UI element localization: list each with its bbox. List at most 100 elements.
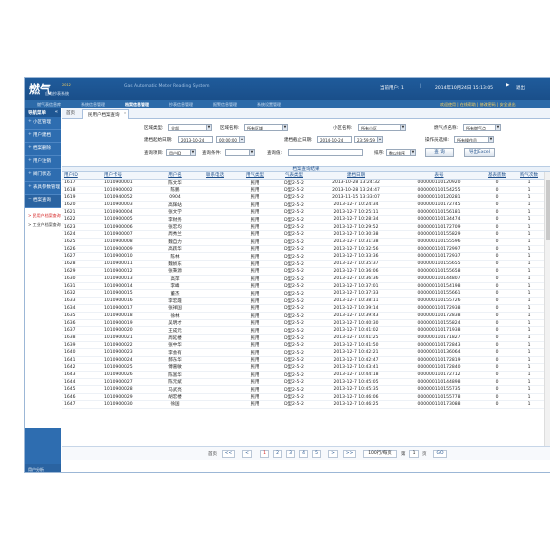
column-header-user-name[interactable]: 用户名 (156, 172, 194, 180)
sidebar-item-community[interactable]: + 小区管理 (25, 117, 61, 130)
vertical-scrollbar[interactable] (544, 172, 550, 446)
table-row[interactable]: 1627 1010900010 陈林 民用 D型2-5-2 2013-12-7 10:33… (62, 252, 544, 261)
table-row[interactable]: 1629 1010900012 张秉源 民用 D型2-5-2 2013-12-7 10:3… (62, 267, 544, 276)
table-row[interactable]: 1635 1010900018 徐林 民用 D型2-5-2 2013-12-7 10:39… (62, 312, 544, 320)
last-page-button[interactable]: >> (343, 450, 356, 458)
next-page-button[interactable]: > (328, 450, 338, 458)
sidebar-item-cancel-user[interactable]: + 用户注销 (25, 156, 61, 169)
collapse-icon[interactable]: « (55, 109, 58, 115)
table-cell (194, 267, 236, 276)
end-time-input[interactable]: 23:59:59 ▴ (354, 136, 383, 143)
table-row[interactable]: 1626 1010900009 高跃华 民用 D型2-5-2 2013-12-7 10:3… (62, 245, 544, 254)
query-condition-select[interactable]: ▼ (225, 149, 255, 156)
gas-point-select[interactable]: 所有燃气点 ▼ (463, 124, 501, 131)
table-row[interactable]: 1625 1010900008 魏自力 民用 D型2-5-2 2013-12-7 10:3… (62, 238, 544, 247)
table-row[interactable]: 1620 1010900003 高辉站 民用 D型2-5-2 2013-12-7 10:2… (62, 201, 544, 210)
page-button-2[interactable]: 2 (273, 450, 282, 458)
table-row[interactable]: 1643 1010900026 陈富华 民用 D型2-5-2 2013-12-7 10:4… (62, 371, 544, 380)
table-row[interactable]: 1647 1010900030 徐国 民用 D型2-5-2 2013-12-7 10:46… (62, 400, 544, 409)
column-header-user-id[interactable]: 用户ID (62, 172, 102, 180)
topnav-item-alarm[interactable]: 报警信息管理 (213, 102, 237, 108)
page-button-5[interactable]: 5 (312, 450, 321, 458)
tab-home[interactable]: 首页 (66, 110, 75, 116)
topnav-item-system-info[interactable]: 系统信息管理 (81, 102, 105, 108)
page-button-4[interactable]: 4 (299, 450, 308, 458)
sidebar-subitem-industrial-query[interactable]: > 工业户档案查询 (25, 220, 61, 229)
end-date-input[interactable]: 2014-10-24 (317, 136, 352, 143)
first-page-button[interactable]: << (222, 450, 235, 458)
table-row[interactable]: 1637 1010900020 王成元 民用 D型2-5-2 2013-12-7 10:4… (62, 326, 544, 335)
table-row[interactable]: 1633 1010900016 李宏霞 民用 D型2-5-2 2013-12-7 10:3… (62, 297, 544, 306)
sidebar-item-meter-params[interactable]: + 表具参数管理 (25, 182, 61, 195)
table-cell: 1 (514, 371, 544, 380)
prev-page-button[interactable]: < (242, 450, 252, 458)
table-row[interactable]: 1618 1010900002 陈鹏 民用 D型2-5-2 2013-10-28 13:2… (62, 186, 544, 195)
column-header-meter-type[interactable]: 气表类型 (274, 172, 314, 180)
page-button-1[interactable]: 1 (260, 450, 269, 458)
page-button-3[interactable]: 3 (286, 450, 295, 458)
table-row[interactable]: 1646 1010900029 胡宏楼 民用 D型2-5-2 2013-12-7 10:4… (62, 393, 544, 402)
logout-link[interactable]: 退出 (516, 85, 525, 91)
table-row[interactable]: 1640 1010900023 李会有 民用 D型2-5-2 2013-12-7 10:4… (62, 348, 544, 357)
table-row[interactable]: 1623 1010900006 张宏均 民用 D型2-5-2 2013-12-7 10:2… (62, 223, 544, 232)
sidebar-item-valve-status[interactable]: + 阀门状态 (25, 169, 61, 182)
table-cell: D型2-5-2 (274, 230, 314, 239)
region-type-select[interactable]: 全部 ▼ (168, 124, 212, 131)
table-row[interactable]: 1619 1010940052 0904 民用 D型2-5-2 2013-11-15 13… (62, 193, 544, 202)
goto-page-input[interactable]: 1 (409, 450, 419, 458)
table-cell: 0 (480, 393, 514, 402)
query-item-select[interactable]: 用户ID ▼ (166, 149, 196, 156)
table-row[interactable]: 1642 1010900025 傅嘉敏 民用 D型2-5-2 2013-12-7 10:4… (62, 363, 544, 372)
close-icon[interactable]: × (124, 111, 127, 115)
table-row[interactable]: 1644 1010900027 陈元斌 民用 D型2-5-2 2013-12-7 10:4… (62, 378, 544, 387)
export-excel-button[interactable]: 导出Excel (464, 148, 495, 157)
go-button[interactable]: GO (433, 450, 447, 458)
table-cell: 1635 (62, 312, 102, 320)
topnav-item-gas-meter-info[interactable]: 燃气表信息库 (37, 102, 61, 108)
table-cell (194, 223, 236, 232)
table-row[interactable]: 1636 1010900019 吴明才 民用 D型2-5-2 2013-12-7 10:4… (62, 319, 544, 328)
table-row[interactable]: 1641 1010900024 郝东华 民用 D型2-5-2 2013-12-7 10:4… (62, 356, 544, 365)
sidebar-subitem-residential-query[interactable]: > 民用户档案查询 (25, 211, 61, 220)
table-cell: 0 (480, 378, 514, 387)
per-page-select[interactable]: 100行/每页 (363, 450, 397, 458)
start-date-input[interactable]: 2013-10-24 (178, 136, 213, 143)
table-row[interactable]: 1622 1010900005 李财务 民用 D型2-5-2 2013-12-7 10:2… (62, 215, 544, 224)
column-header-base-reading[interactable]: 基表底数 (480, 172, 514, 180)
column-header-phone[interactable]: 联系电话 (194, 172, 236, 180)
column-header-card-no[interactable]: 用户卡号 (102, 172, 156, 180)
table-row[interactable]: 1638 1010900021 周延楼 民用 D型2-5-2 2013-12-7 10:4… (62, 334, 544, 343)
sidebar-group-archive-query[interactable]: − 档案查询 (25, 195, 61, 208)
table-row[interactable]: 1645 1010900028 马武亮 民用 D型2-5-2 2013-12-7 10:4… (62, 385, 544, 394)
sidebar-item-create-user[interactable]: + 用户建档 (25, 130, 61, 143)
tab-residential-archive-query[interactable]: 民用户档案查询 × (82, 109, 129, 119)
community-name-select[interactable]: 所有小区 ▼ (358, 124, 406, 131)
table-row[interactable]: 1630 1010900013 高萍 民用 D型2-5-2 2013-12-7 10:36… (62, 275, 544, 283)
table-row[interactable]: 1631 1010900014 李峰 民用 D型2-5-2 2013-12-7 10:37… (62, 282, 544, 291)
start-time-input[interactable]: 00:00:00 ▴ (216, 136, 245, 143)
topnav-item-reading[interactable]: 抄表信息管理 (169, 102, 193, 108)
query-button[interactable]: 查 询 (425, 148, 454, 157)
topnav-item-archive[interactable]: 档案信息管理 (125, 102, 149, 108)
sort-select[interactable]: 数以排序 ▼ (386, 149, 416, 156)
table-row[interactable]: 1634 1010900017 张祥国 民用 D型2-5-2 2013-12-7 10:3… (62, 304, 544, 313)
sidebar-footer-user-analysis[interactable]: 用户分析 (25, 464, 61, 472)
topnav-item-settings[interactable]: 系统设置管理 (257, 102, 281, 108)
column-header-create-date[interactable]: 建档日期 (314, 172, 398, 180)
table-row[interactable]: 1639 1010900022 张中华 民用 D型2-5-2 2013-12-7 10:4… (62, 341, 544, 350)
scrollbar-thumb[interactable] (546, 180, 550, 240)
table-cell: 周秀兰 (156, 230, 194, 239)
column-header-purchase-count[interactable]: 购气次数 (514, 172, 544, 180)
table-row[interactable]: 1628 1010900011 魏娇东 民用 D型2-5-2 2013-12-7 10:3… (62, 260, 544, 269)
sidebar-item-delete-archive[interactable]: + 档案删除 (25, 143, 61, 156)
column-header-meter-no[interactable]: 表号 (398, 172, 480, 180)
topnav-links[interactable]: 欢迎使用 | 在线帮助 | 修改密码 | 安全退出 (440, 102, 516, 108)
table-row[interactable]: 1632 1010900015 董杰 民用 D型2-5-2 2013-12-7 10:37… (62, 289, 544, 298)
area-name-select[interactable]: 所有区域 ▼ (244, 124, 288, 131)
table-row[interactable]: 1617 1010900001 陈文华 民用 D型2-5-2 2013-10-28 13:… (62, 179, 544, 187)
table-row[interactable]: 1624 1010900007 周秀兰 民用 D型2-5-2 2013-12-7 10:3… (62, 230, 544, 239)
column-header-gas-type[interactable]: 用气类型 (236, 172, 274, 180)
operator-select[interactable]: 所有操作员 ▼ (454, 136, 494, 143)
query-value-input[interactable] (288, 149, 363, 156)
table-row[interactable]: 1621 1010900004 张文学 民用 D型2-5-2 2013-12-7 10:2… (62, 208, 544, 217)
